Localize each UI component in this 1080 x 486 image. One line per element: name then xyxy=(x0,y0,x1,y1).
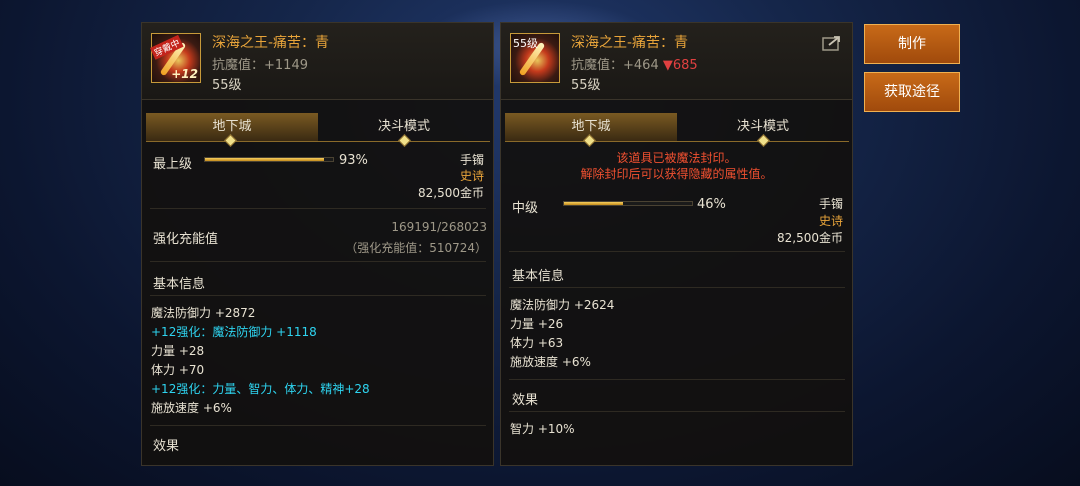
divider xyxy=(509,411,845,412)
item-price: 82,500金币 xyxy=(777,231,843,245)
item-type: 手镯 xyxy=(459,153,484,167)
share-icon[interactable] xyxy=(822,35,842,51)
item-header: 55级 深海之王-痛苦：青 抗魔值：+464 ▼685 55级 xyxy=(501,23,852,100)
resist-value: 抗魔值：+464 ▼685 xyxy=(571,54,698,73)
item-level: 55级 xyxy=(571,78,601,93)
divider xyxy=(509,251,845,252)
enhance-level: +12 xyxy=(171,67,198,81)
basic-info-title: 基本信息 xyxy=(512,269,565,284)
sealed-notice: 该道具已被魔法封印。 xyxy=(616,151,737,165)
tab-divider xyxy=(146,141,490,142)
divider xyxy=(509,287,845,288)
resist-number: +1149 xyxy=(264,58,308,73)
charge-value: 169191/268023 xyxy=(391,220,487,234)
grade-bar-fill xyxy=(205,158,325,161)
grade-bar xyxy=(563,201,693,206)
effect-title: 效果 xyxy=(512,393,539,408)
item-icon[interactable]: 55级 xyxy=(510,33,560,83)
divider xyxy=(509,379,845,380)
divider xyxy=(150,295,486,296)
effect-title: 效果 xyxy=(153,439,180,454)
stat-line: 体力 +70 xyxy=(151,363,205,377)
obtain-route-button[interactable]: 获取途径 xyxy=(864,72,960,112)
stat-line: 体力 +63 xyxy=(510,336,564,350)
item-name: 深海之王-痛苦：青 xyxy=(212,35,330,51)
resist-number: +464 xyxy=(623,58,659,73)
icon-level-tag: 55级 xyxy=(513,37,538,50)
grade-percent: 93% xyxy=(339,153,368,168)
grade-bar-fill xyxy=(564,202,623,205)
divider xyxy=(150,261,486,262)
grade-percent: 46% xyxy=(697,197,726,212)
mode-tabs: 地下城 决斗模式 xyxy=(146,113,490,141)
compare-item-panel: 55级 深海之王-痛苦：青 抗魔值：+464 ▼685 55级 地下城 决斗模式… xyxy=(500,22,853,466)
stat-line: 力量 +26 xyxy=(510,317,564,331)
resist-label: 抗魔值： xyxy=(571,58,624,73)
item-price: 82,500金币 xyxy=(418,186,484,200)
stat-line: 力量 +28 xyxy=(151,344,205,358)
stat-line-enhance: +12强化：力量、智力、体力、精神+28 xyxy=(151,382,370,396)
item-icon[interactable]: 穿戴中 +12 xyxy=(150,33,201,83)
equipped-item-panel: 穿戴中 +12 深海之王-痛苦：青 抗魔值：+1149 55级 地下城 决斗模式… xyxy=(141,22,494,466)
stat-line: 魔法防御力 +2624 xyxy=(510,298,615,312)
grade-label: 中级 xyxy=(512,201,539,216)
item-rarity: 史诗 xyxy=(818,214,843,228)
mode-tabs: 地下城 决斗模式 xyxy=(505,113,849,141)
divider xyxy=(150,208,486,209)
tab-divider xyxy=(505,141,849,142)
stat-line-enhance: +12强化：魔法防御力 +1118 xyxy=(151,325,317,339)
item-header: 穿戴中 +12 深海之王-痛苦：青 抗魔值：+1149 55级 xyxy=(142,23,493,100)
resist-value: 抗魔值：+1149 xyxy=(212,54,308,73)
effect-line: 智力 +10% xyxy=(510,422,575,436)
divider xyxy=(150,425,486,426)
item-type: 手镯 xyxy=(818,197,843,211)
item-rarity: 史诗 xyxy=(459,169,484,183)
make-button[interactable]: 制作 xyxy=(864,24,960,64)
resist-label: 抗魔值： xyxy=(212,58,265,73)
charge-label: 强化充能值 xyxy=(153,232,219,247)
basic-info-title: 基本信息 xyxy=(153,277,206,292)
stat-line: 魔法防御力 +2872 xyxy=(151,306,256,320)
charge-sub: （强化充能值：510724） xyxy=(345,241,487,255)
resist-diff: ▼685 xyxy=(662,58,698,73)
sealed-notice-sub: 解除封印后可以获得隐藏的属性值。 xyxy=(580,167,773,181)
stat-line: 施放速度 +6% xyxy=(510,355,591,369)
item-name: 深海之王-痛苦：青 xyxy=(571,35,689,51)
stat-line: 施放速度 +6% xyxy=(151,401,232,415)
grade-bar xyxy=(204,157,334,162)
item-level: 55级 xyxy=(212,78,242,93)
grade-label: 最上级 xyxy=(153,157,193,172)
